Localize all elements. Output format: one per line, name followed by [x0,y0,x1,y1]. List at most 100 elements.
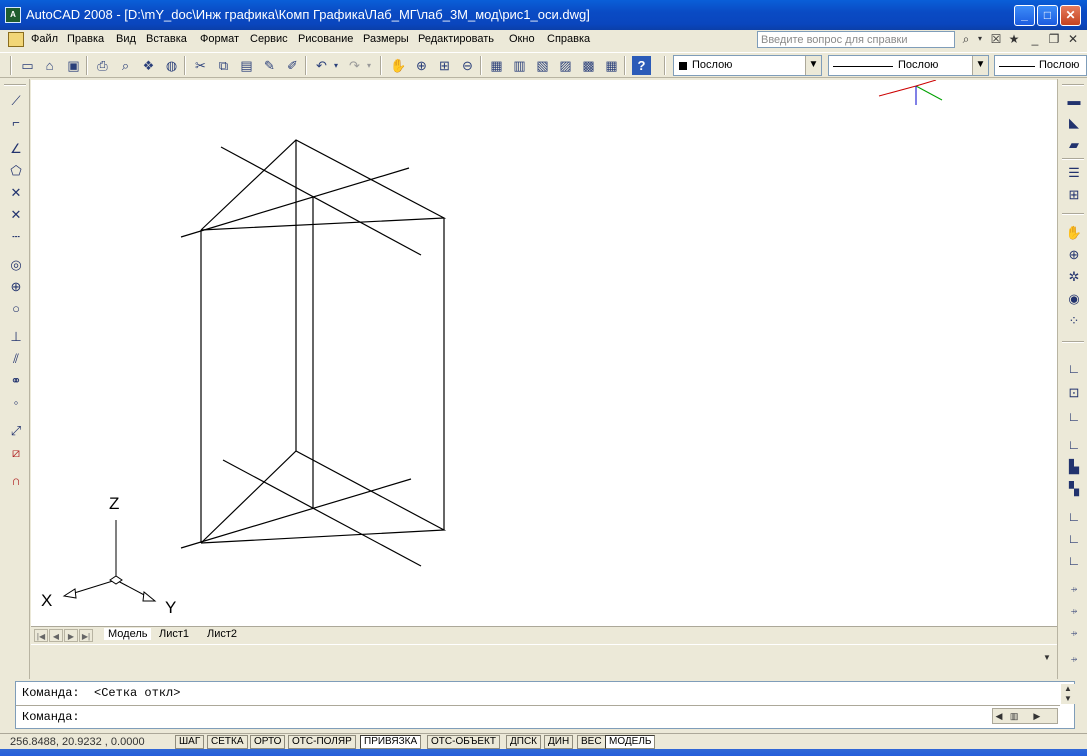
walk-icon[interactable]: ⁘ [1064,311,1084,331]
3d-pan-icon[interactable]: ✋ [1064,223,1084,243]
color-combo[interactable]: Послою ▼ [673,55,822,76]
lwt-toggle[interactable]: ВЕС [577,735,606,749]
ucs-z-axis-icon[interactable]: ∟ [1064,529,1084,549]
menu-tools[interactable]: Сервис [250,33,288,45]
favorites-star-icon[interactable]: ★ [1006,31,1022,48]
zoom-window-icon[interactable]: ⊞ [435,56,454,75]
close-button[interactable]: ✕ [1060,5,1081,26]
calculator-icon[interactable]: ▦ [602,56,621,75]
polar-toggle[interactable]: ОТС-ПОЛЯР [288,735,356,749]
tab-next-icon[interactable]: ▶ [64,629,78,642]
command-hscroll[interactable]: ◀ ▥ ▶ [992,708,1058,724]
point-icon[interactable]: ◦ [6,393,26,413]
block-editor-icon[interactable]: ✐ [283,56,302,75]
otrack-toggle[interactable]: ОТС-ОБЪЕКТ [427,735,500,749]
minimize-button[interactable]: _ [1014,5,1035,26]
maximize-button[interactable]: □ [1037,5,1058,26]
ucs-3point-icon[interactable]: ∟ [1064,551,1084,571]
horizontal-scrollbar[interactable]: ▼ [31,644,1057,666]
toolbar-grip[interactable] [664,56,666,75]
open-file-icon[interactable]: ⌂ [40,56,59,75]
polygon-icon[interactable]: ⬠ [6,161,26,181]
paste-icon[interactable]: ▤ [237,56,256,75]
cut-icon[interactable]: ✂ [191,56,210,75]
ellipse-icon[interactable]: ⊥ [6,327,26,347]
menu-format[interactable]: Формат [200,33,239,45]
menu-modify[interactable]: Редактировать [418,33,494,45]
autocad-app-icon[interactable]: A [5,7,21,23]
communication-center-icon[interactable]: ☒ [988,31,1004,48]
ucs-origin-icon[interactable]: ∟ [1064,507,1084,527]
3d-orbit-icon[interactable]: ✲ [1064,267,1084,287]
3d-zoom-icon[interactable]: ⊕ [1064,245,1084,265]
menu-help[interactable]: Справка [547,33,590,45]
gradient-icon[interactable]: ⧄ [6,443,26,463]
menu-view[interactable]: Вид [116,33,136,45]
pan-icon[interactable]: ✋ [389,56,408,75]
model-space-canvas[interactable]: Z X Y [31,80,1057,626]
chevron-down-icon[interactable]: ▼ [805,56,821,75]
ducs-toggle[interactable]: ДПСК [506,735,542,749]
lineweight-combo[interactable]: Послою [994,55,1087,76]
toolbar-grip[interactable] [4,84,26,86]
help-icon[interactable]: ? [632,56,651,75]
menu-draw[interactable]: Рисование [298,33,353,45]
doc-restore-button[interactable]: ❐ [1046,31,1062,48]
ucs-previous-icon[interactable]: ∟ [1064,407,1084,427]
menu-window[interactable]: Окно [509,33,535,45]
menu-insert[interactable]: Вставка [146,33,187,45]
redo-dropdown-icon[interactable]: ▾ [364,56,374,75]
camera-icon[interactable]: ◉ [1064,289,1084,309]
tab-model[interactable]: Модель [104,628,152,640]
new-file-icon[interactable]: ▭ [18,56,37,75]
design-center-icon[interactable]: ▥ [510,56,529,75]
ucs-world-icon[interactable]: ⊡ [1064,383,1084,403]
hatch-icon[interactable]: ⤢ [6,421,26,441]
menu-file[interactable]: Файл [31,33,58,45]
line-icon[interactable]: ⟋ [6,91,26,111]
menu-edit[interactable]: Правка [67,33,104,45]
construction-line-icon[interactable]: ⌐ [6,113,26,133]
ucs-icon[interactable]: ∟ [1064,359,1084,379]
ortho-toggle[interactable]: ОРТО [250,735,286,749]
plot-icon[interactable]: ⎙ [93,56,112,75]
properties-icon[interactable]: ▦ [487,56,506,75]
linetype-combo[interactable]: Послою ▼ [828,55,989,76]
snap-toggle[interactable]: ШАГ [175,735,205,749]
rectangle-icon[interactable]: ✕ [6,183,26,203]
chevron-down-icon[interactable]: ▾ [975,31,985,48]
save-icon[interactable]: ▣ [64,56,83,75]
insert-block-icon[interactable]: ⚭ [6,371,26,391]
copy-icon[interactable]: ⧉ [214,56,233,75]
help-search-input[interactable]: Введите вопрос для справки [757,31,955,48]
ucs-apply-icon[interactable]: ⍆ [1064,649,1084,669]
ucs-view-icon[interactable]: ▚ [1064,479,1084,499]
title-bar[interactable]: A AutoCAD 2008 - [D:\mY_doc\Инж графика\… [0,0,1087,30]
model-toggle[interactable]: МОДЕЛЬ [605,735,656,749]
ucs-y-rotate-icon[interactable]: ⍆ [1064,601,1084,621]
tab-layout2[interactable]: Лист2 [207,628,237,640]
magnet-icon[interactable]: ∩ [6,471,26,491]
undo-dropdown-icon[interactable]: ▾ [331,56,341,75]
publish-icon[interactable]: ❖ [139,56,158,75]
doc-close-button[interactable]: ✕ [1065,31,1081,48]
sheet-set-icon[interactable]: ▨ [556,56,575,75]
ucs-z-rotate-icon[interactable]: ⍆ [1064,623,1084,643]
tool-palettes-icon[interactable]: ▧ [533,56,552,75]
arc-icon[interactable]: ✕ [6,205,26,225]
command-prompt[interactable]: Команда: [22,710,80,724]
doc-minimize-button[interactable]: _ [1027,31,1043,48]
ellipse-arc-icon[interactable]: ⫽ [6,349,26,369]
ucs-object-icon[interactable]: ▙ [1064,457,1084,477]
ucs-x-rotate-icon[interactable]: ⍆ [1064,579,1084,599]
grid-toggle[interactable]: СЕТКА [207,735,248,749]
tab-last-icon[interactable]: ▶| [79,629,93,642]
dashed-line-icon[interactable]: ┄ [6,227,26,247]
layer-previous-icon[interactable]: ▰ [1064,135,1084,155]
tab-prev-icon[interactable]: ◀ [49,629,63,642]
scroll-down-icon[interactable]: ▼ [1043,653,1051,662]
zoom-previous-icon[interactable]: ⊖ [458,56,477,75]
command-window[interactable]: Команда: <Сетка откл> Команда: ▲ ▼ ◀ ▥ ▶ [15,681,1075,729]
redo-icon[interactable]: ↷ [345,56,364,75]
spline-icon[interactable]: ○ [6,299,26,319]
